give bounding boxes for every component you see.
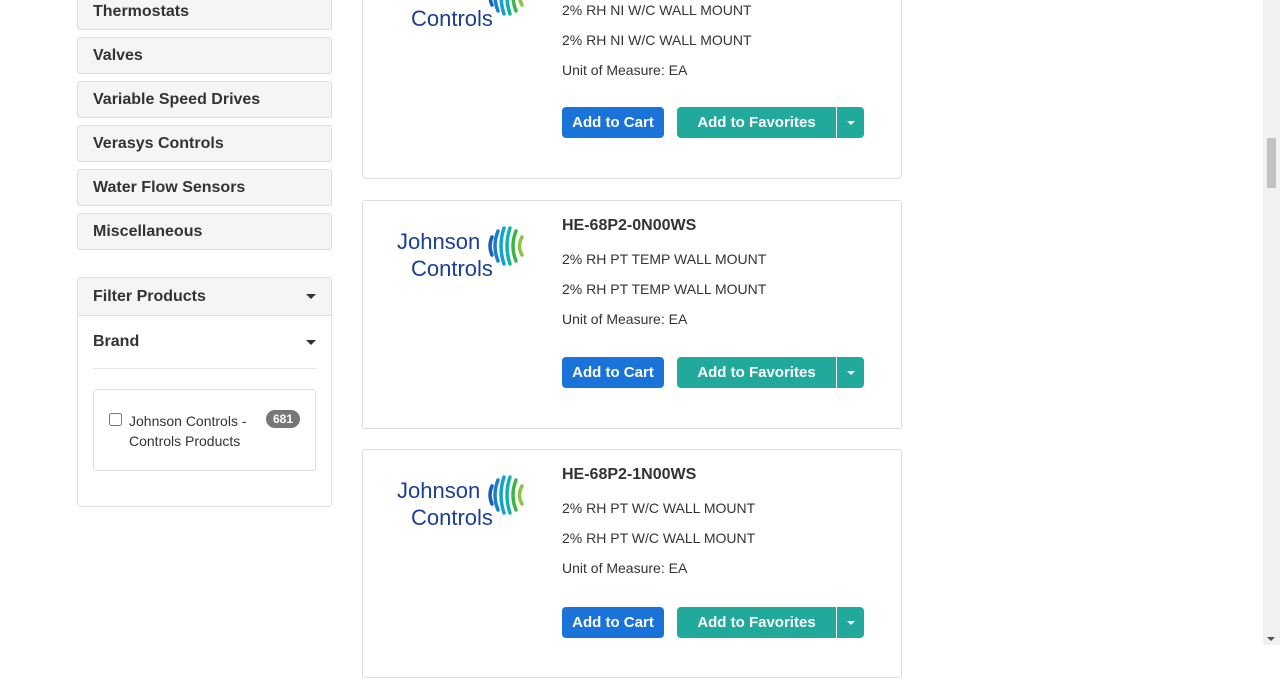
logo-text-2: Controls xyxy=(411,6,493,31)
add-to-cart-button[interactable]: Add to Cart xyxy=(562,107,664,138)
caret-down-icon xyxy=(306,294,316,299)
product-card: Johnson Controls HE-68P2-1N00WS 2% RH PT… xyxy=(362,449,902,678)
logo-text-1: Johnson xyxy=(397,229,480,254)
add-to-favorites-button[interactable]: Add to Favorites xyxy=(677,607,836,638)
category-label: Valves xyxy=(93,46,143,64)
brand-options: Johnson Controls - Controls Products 681 xyxy=(93,389,316,471)
category-verasys-controls[interactable]: Verasys Controls xyxy=(77,125,332,162)
caret-down-icon xyxy=(306,339,316,345)
unit-of-measure: Unit of Measure: EA xyxy=(562,311,688,327)
brand-checkbox[interactable] xyxy=(109,413,122,426)
category-variable-speed-drives[interactable]: Variable Speed Drives xyxy=(77,81,332,118)
product-part-number[interactable]: HE-68P2-0N00WS xyxy=(562,217,696,235)
category-label: Thermostats xyxy=(93,2,190,20)
johnson-controls-logo: Johnson Controls xyxy=(397,0,524,31)
scroll-down-arrow-icon[interactable] xyxy=(1267,637,1275,641)
scrollbar-thumb[interactable] xyxy=(1267,138,1276,188)
logo-text-1: Johnson xyxy=(397,0,480,4)
filter-panel: Filter Products Brand Johnson Controls -… xyxy=(77,277,332,507)
category-label: Verasys Controls xyxy=(93,134,224,152)
add-to-cart-button[interactable]: Add to Cart xyxy=(562,357,664,388)
favorites-dropdown-button[interactable] xyxy=(837,107,864,138)
category-valves[interactable]: Valves xyxy=(77,37,332,74)
favorites-dropdown-button[interactable] xyxy=(837,357,864,388)
category-thermostats[interactable]: Thermostats xyxy=(77,0,332,30)
product-description-2: 2% RH PT TEMP WALL MOUNT xyxy=(562,281,767,297)
favorites-dropdown-button[interactable] xyxy=(837,607,864,638)
johnson-controls-logo: Johnson Controls xyxy=(397,226,524,281)
product-part-number[interactable]: HE-68P2-1N00WS xyxy=(562,466,696,484)
category-water-flow-sensors[interactable]: Water Flow Sensors xyxy=(77,169,332,206)
product-card: Johnson Controls HE-68P2-0N00WS 2% RH PT… xyxy=(362,200,902,429)
category-miscellaneous[interactable]: Miscellaneous xyxy=(77,213,332,250)
unit-of-measure: Unit of Measure: EA xyxy=(562,62,688,78)
caret-down-icon xyxy=(846,120,855,125)
logo-text-2: Controls xyxy=(411,505,493,530)
add-to-favorites-label: Add to Favorites xyxy=(697,114,816,131)
page-scrollbar[interactable] xyxy=(1263,0,1280,645)
category-label: Variable Speed Drives xyxy=(93,90,261,108)
brand-option-label: Johnson Controls - Controls Products xyxy=(129,413,247,449)
product-card: Johnson Controls 2% RH NI W/C WALL MOUNT… xyxy=(362,0,902,179)
category-list: Thermostats Valves Variable Speed Drives… xyxy=(77,0,332,257)
add-to-cart-label: Add to Cart xyxy=(572,614,654,631)
add-to-favorites-label: Add to Favorites xyxy=(697,364,816,381)
product-description-1: 2% RH NI W/C WALL MOUNT xyxy=(562,2,752,18)
johnson-controls-logo: Johnson Controls xyxy=(397,475,524,530)
add-to-favorites-button[interactable]: Add to Favorites xyxy=(677,107,836,138)
caret-down-icon xyxy=(846,370,855,375)
add-to-favorites-button[interactable]: Add to Favorites xyxy=(677,357,836,388)
category-label: Water Flow Sensors xyxy=(93,178,246,196)
logo-text-2: Controls xyxy=(411,256,493,281)
add-to-favorites-label: Add to Favorites xyxy=(697,614,816,631)
logo-text-1: Johnson xyxy=(397,478,480,503)
brand-toggle[interactable]: Brand xyxy=(93,316,316,369)
add-to-cart-label: Add to Cart xyxy=(572,364,654,381)
filter-products-toggle[interactable]: Filter Products xyxy=(78,278,331,316)
caret-down-icon xyxy=(846,620,855,625)
product-description-2: 2% RH PT W/C WALL MOUNT xyxy=(562,530,756,546)
brand-count-badge: 681 xyxy=(265,410,300,428)
product-description-1: 2% RH PT TEMP WALL MOUNT xyxy=(562,251,767,267)
add-to-cart-button[interactable]: Add to Cart xyxy=(562,607,664,638)
brand-title: Brand xyxy=(93,333,140,350)
unit-of-measure: Unit of Measure: EA xyxy=(562,560,688,576)
product-description-1: 2% RH PT W/C WALL MOUNT xyxy=(562,500,756,516)
filter-products-title: Filter Products xyxy=(93,287,206,305)
product-description-2: 2% RH NI W/C WALL MOUNT xyxy=(562,32,752,48)
category-label: Miscellaneous xyxy=(93,222,203,240)
add-to-cart-label: Add to Cart xyxy=(572,114,654,131)
